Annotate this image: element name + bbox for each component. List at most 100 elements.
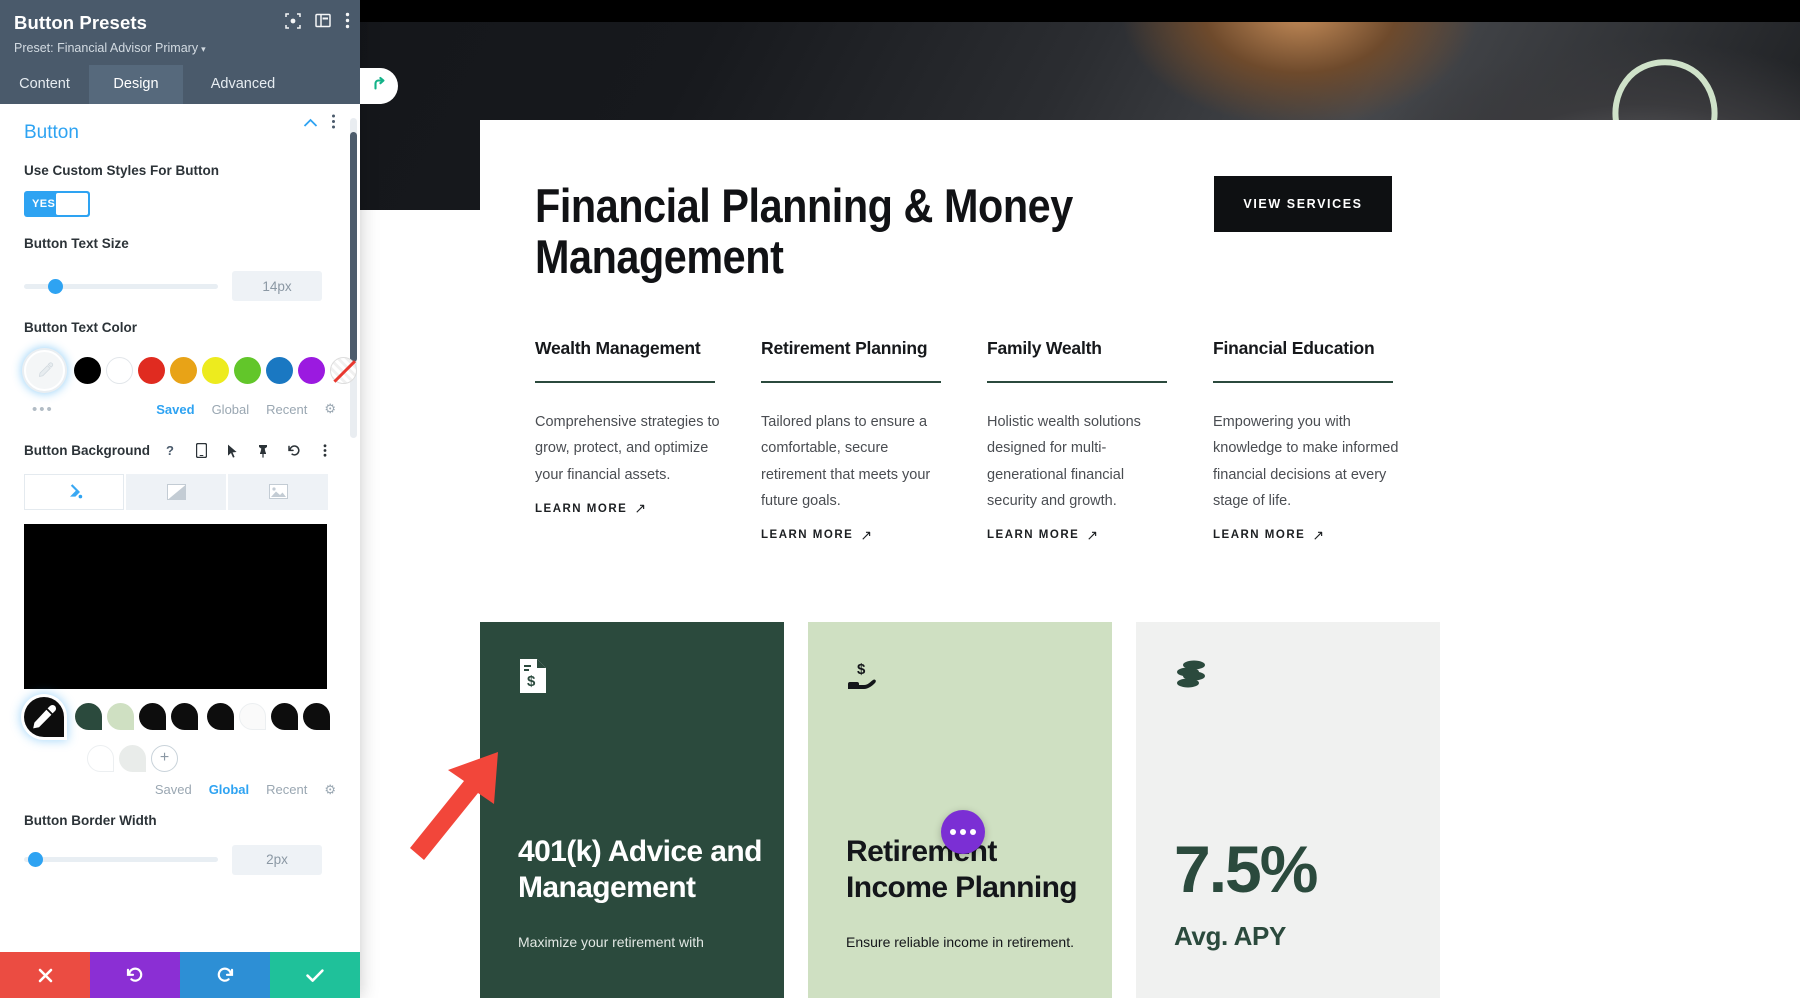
border-width-slider[interactable]	[24, 852, 218, 867]
learn-more-label: LEARN MORE	[1213, 529, 1306, 541]
learn-more-link[interactable]: LEARN MORE ↗	[535, 500, 648, 517]
arrow-up-right-icon: ↗	[1312, 526, 1326, 543]
text-color-recent-tab[interactable]: Recent	[266, 402, 307, 417]
learn-more-link[interactable]: LEARN MORE ↗	[987, 527, 1100, 544]
pin-icon[interactable]	[252, 440, 274, 462]
color-swatch-yellow[interactable]	[202, 356, 229, 384]
stat-label: Avg. APY	[1174, 921, 1286, 951]
preset-label: Preset: Financial Advisor Primary	[14, 41, 199, 55]
slider-handle[interactable]	[28, 852, 43, 867]
hero-side-tab[interactable]	[360, 68, 398, 104]
palette-swatch[interactable]	[107, 703, 134, 731]
reset-icon[interactable]	[283, 440, 305, 462]
feature-column: Family Wealth Holistic wealth solutions …	[987, 338, 1213, 544]
coins-stack-icon	[1174, 658, 1402, 704]
palette-swatch[interactable]	[207, 703, 234, 731]
feature-title: Family Wealth	[987, 338, 1102, 358]
palette-swatch[interactable]	[171, 703, 198, 731]
gear-icon[interactable]: ⚙	[324, 782, 336, 798]
palette-swatch[interactable]	[119, 744, 146, 772]
bg-solid-tab[interactable]	[24, 473, 124, 510]
text-size-control: 14px	[24, 271, 336, 302]
service-cards: $ 401(k) Advice and Management Maximize …	[480, 622, 1800, 998]
focus-icon[interactable]	[285, 12, 301, 29]
custom-styles-toggle[interactable]: YES	[24, 190, 90, 217]
bg-gradient-tab[interactable]	[126, 473, 226, 510]
arrow-up-right-icon: ↗	[1086, 526, 1100, 543]
palette-swatch[interactable]	[271, 703, 298, 731]
save-button[interactable]	[270, 952, 360, 998]
bg-saved-tab[interactable]: Saved	[155, 782, 192, 797]
cancel-button[interactable]	[0, 952, 90, 998]
module-actions-fab[interactable]	[941, 810, 985, 854]
toggle-knob	[56, 192, 88, 215]
palette-swatch[interactable]	[239, 703, 266, 731]
bg-recent-tab[interactable]: Recent	[266, 782, 307, 797]
card-401k[interactable]: $ 401(k) Advice and Management Maximize …	[480, 622, 784, 998]
card-subtitle: Ensure reliable income in retirement.	[846, 934, 1074, 951]
palette-swatch[interactable]	[87, 744, 114, 772]
color-swatch-green[interactable]	[234, 356, 261, 384]
border-width-label: Button Border Width	[24, 812, 157, 828]
text-size-slider[interactable]	[24, 278, 218, 294]
learn-more-link[interactable]: LEARN MORE ↗	[761, 527, 874, 544]
more-vertical-icon[interactable]	[345, 12, 350, 29]
palette-swatch[interactable]	[139, 703, 166, 731]
palette-swatch[interactable]	[303, 703, 330, 731]
feature-column: Retirement Planning Tailored plans to en…	[761, 338, 987, 544]
section-more-icon[interactable]	[331, 114, 336, 134]
text-size-input[interactable]: 14px	[232, 271, 322, 302]
color-swatch-blue[interactable]	[266, 356, 293, 384]
responsive-icon[interactable]	[190, 440, 212, 462]
border-width-control: 2px	[24, 844, 336, 875]
more-vertical-icon[interactable]	[314, 440, 336, 462]
card-apy-stat[interactable]: 7.5% Avg. APY	[1136, 622, 1440, 998]
dot	[950, 829, 956, 835]
cursor-icon[interactable]	[221, 440, 243, 462]
chevron-up-icon[interactable]	[303, 115, 318, 133]
color-swatch-none[interactable]	[330, 356, 357, 384]
redo-button[interactable]	[180, 952, 270, 998]
palette-swatch[interactable]	[75, 703, 102, 731]
view-services-button[interactable]: VIEW SERVICES	[1214, 176, 1392, 232]
learn-more-link[interactable]: LEARN MORE ↗	[1213, 527, 1326, 544]
text-color-global-tab[interactable]: Global	[212, 402, 250, 417]
hand-dollar-icon: $	[846, 658, 1074, 704]
color-swatch-purple[interactable]	[298, 356, 325, 384]
panel-body[interactable]: Button Use Custom Styles For Button YES …	[0, 104, 360, 952]
learn-more-label: LEARN MORE	[535, 502, 628, 515]
feature-body: Holistic wealth solutions designed for m…	[987, 414, 1141, 510]
text-color-more-icon[interactable]: •••	[32, 401, 54, 418]
dot	[960, 829, 966, 835]
button-section-header: Button	[24, 104, 336, 144]
text-color-selected-swatch[interactable]	[24, 349, 65, 391]
text-color-saved-tab[interactable]: Saved	[156, 402, 194, 417]
color-swatch-white[interactable]	[106, 356, 133, 384]
add-color-button[interactable]: +	[151, 744, 178, 772]
scrollbar-thumb[interactable]	[350, 132, 357, 362]
background-palette-row-2: +	[87, 744, 336, 772]
tab-advanced[interactable]: Advanced	[183, 65, 303, 104]
gear-icon[interactable]: ⚙	[324, 401, 336, 417]
tab-design[interactable]: Design	[89, 65, 183, 104]
toggle-value: YES	[32, 197, 56, 210]
color-swatch-red[interactable]	[138, 356, 165, 384]
bg-global-tab[interactable]: Global	[209, 782, 249, 797]
help-icon[interactable]: ?	[159, 440, 181, 462]
undo-button[interactable]	[90, 952, 180, 998]
color-swatch-orange[interactable]	[170, 356, 197, 384]
text-color-swatches	[24, 349, 357, 391]
preset-selector[interactable]: Preset: Financial Advisor Primary ▾	[14, 41, 346, 55]
color-swatch-black[interactable]	[74, 356, 101, 384]
slider-handle[interactable]	[48, 278, 63, 294]
tab-content[interactable]: Content	[0, 65, 89, 104]
bg-image-tab[interactable]	[228, 473, 328, 510]
document-dollar-icon: $	[518, 658, 746, 704]
feature-title: Financial Education	[1213, 338, 1375, 358]
screen: Financial Planning & Money Management VI…	[0, 0, 1800, 998]
feature-columns: Wealth Management Comprehensive strategi…	[535, 338, 1775, 544]
eyedropper-swatch[interactable]	[24, 696, 64, 737]
border-width-input[interactable]: 2px	[232, 844, 322, 875]
background-color-preview[interactable]	[24, 523, 327, 689]
layout-icon[interactable]	[315, 13, 331, 28]
